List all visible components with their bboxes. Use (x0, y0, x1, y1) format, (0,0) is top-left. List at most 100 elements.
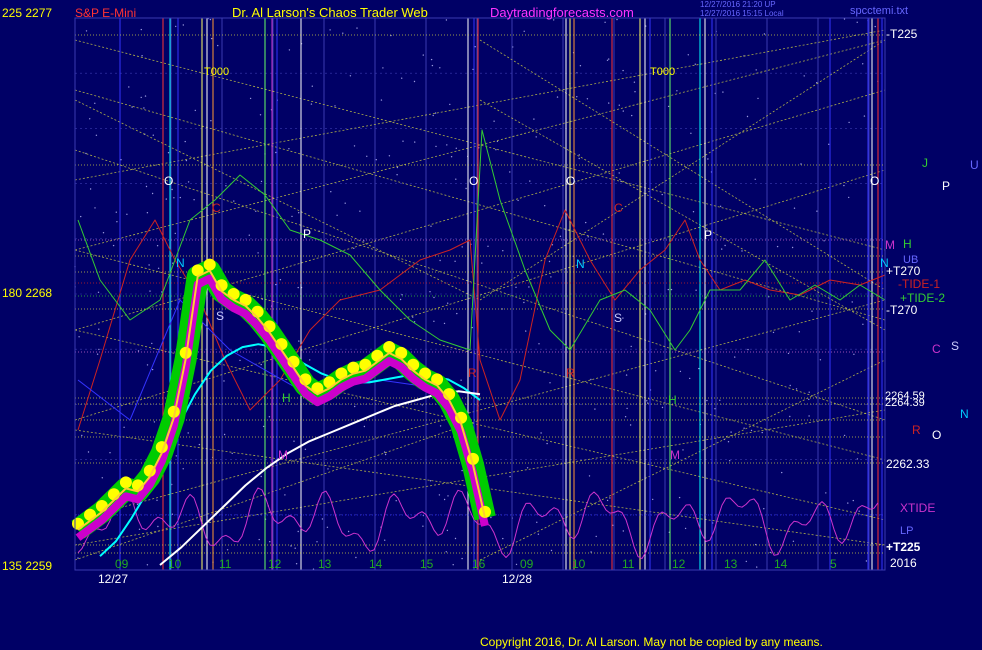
marker-label: R (468, 366, 477, 380)
star-dot (175, 25, 177, 28)
chart-title: Dr. Al Larson's Chaos Trader Web (232, 5, 428, 20)
star-dot (401, 77, 403, 79)
marker-label: T000 (650, 66, 676, 78)
star-dot (590, 378, 592, 381)
star-dot (298, 340, 300, 342)
marker-label: T000 (204, 66, 230, 78)
star-dot (548, 260, 551, 263)
star-dot (622, 317, 624, 319)
star-dot (606, 499, 609, 502)
price-dot (84, 508, 96, 521)
star-dot (316, 541, 318, 543)
star-dot (661, 193, 663, 196)
star-dot (789, 384, 791, 387)
price-dot (227, 288, 240, 300)
star-dot (81, 434, 83, 437)
star-dot (429, 291, 431, 293)
star-dot (217, 44, 219, 47)
star-dot (678, 496, 681, 499)
star-dot (661, 406, 664, 409)
star-dot (80, 215, 82, 218)
planet-label: H (903, 237, 912, 251)
star-dot (487, 245, 489, 247)
star-dot (862, 323, 864, 325)
star-dot (546, 442, 548, 445)
star-dot (225, 185, 227, 187)
star-dot (460, 379, 462, 381)
star-dot (137, 350, 140, 352)
marker-label: M (278, 448, 288, 462)
star-dot (432, 114, 434, 117)
star-dot (433, 296, 435, 299)
star-dot (353, 145, 356, 147)
star-dot (450, 156, 453, 158)
star-dot (695, 289, 697, 291)
star-dot (355, 556, 357, 559)
star-dot (156, 245, 159, 247)
star-dot (689, 377, 691, 380)
marker-label: C (614, 201, 623, 215)
star-dot (269, 541, 271, 543)
star-dot (825, 492, 827, 494)
x-tick-label: 11 (622, 557, 635, 571)
star-dot (556, 96, 559, 98)
star-dot (634, 91, 636, 93)
star-dot (502, 250, 504, 252)
star-dot (311, 85, 313, 87)
site-label: Daytradingforecasts.com (490, 5, 634, 20)
planet-label: M (885, 238, 895, 252)
star-dot (517, 199, 519, 202)
star-dot (585, 221, 587, 224)
star-dot (151, 342, 153, 345)
star-dot (481, 262, 483, 264)
star-dot (618, 172, 620, 174)
star-dot (535, 136, 537, 138)
star-dot (336, 214, 338, 216)
marker-label: N (880, 256, 889, 270)
star-dot (763, 33, 766, 35)
star-dot (187, 181, 190, 183)
star-dot (791, 246, 794, 249)
star-dot (249, 97, 252, 100)
star-dot (413, 80, 416, 83)
star-dot (550, 549, 553, 552)
star-dot (816, 210, 818, 212)
star-dot (811, 310, 813, 312)
date-label: 12/28 (502, 572, 533, 586)
star-dot (624, 416, 627, 418)
star-dot (544, 205, 546, 207)
star-dot (719, 205, 722, 207)
star-dot (633, 81, 636, 83)
star-dot (115, 211, 118, 213)
star-dot (366, 155, 368, 157)
marker-label: M (670, 448, 680, 462)
star-dot (851, 301, 853, 303)
price-dot (251, 305, 264, 318)
star-dot (151, 368, 154, 371)
x-tick-label: 14 (369, 557, 383, 571)
star-dot (578, 157, 580, 160)
star-dot (551, 244, 554, 246)
star-dot (140, 28, 142, 31)
star-dot (259, 114, 262, 116)
star-dot (863, 115, 866, 117)
star-dot (443, 322, 446, 325)
x-tick-label: 11 (219, 557, 232, 571)
star-dot (538, 343, 540, 345)
star-dot (260, 363, 262, 366)
star-dot (730, 431, 732, 433)
marker-label: O (469, 174, 479, 188)
star-dot (852, 499, 854, 502)
star-dot (465, 187, 467, 190)
star-dot (727, 441, 730, 443)
star-dot (750, 429, 753, 432)
star-dot (843, 434, 846, 437)
star-dot (95, 134, 98, 136)
star-dot (472, 68, 474, 71)
star-dot (187, 432, 189, 434)
star-dot (288, 148, 290, 150)
star-dot (87, 451, 90, 453)
star-dot (157, 267, 160, 269)
star-dot (461, 557, 463, 560)
star-dot (495, 149, 497, 151)
